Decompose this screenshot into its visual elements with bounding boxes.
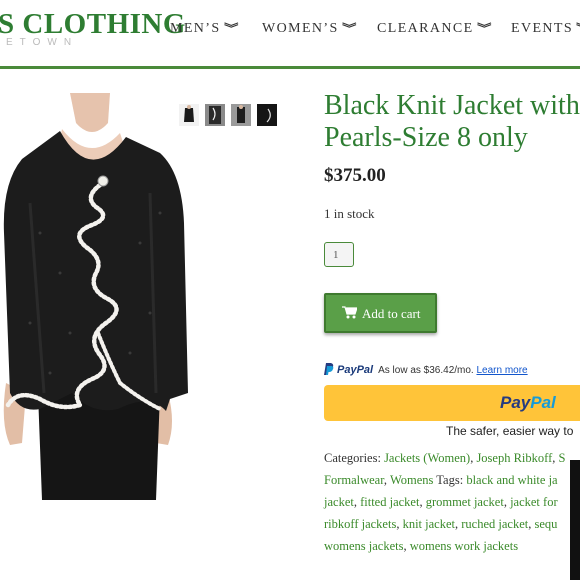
category-link-ribkoff[interactable]: Joseph Ribkoff — [476, 451, 552, 465]
stock-status: 1 in stock — [324, 206, 375, 221]
chevron-down-double-icon: ︾ — [476, 23, 493, 35]
tag-link-knit[interactable]: knit jacket — [403, 517, 455, 531]
paypal-button-pal: Pal — [530, 393, 556, 412]
tag-link-ruched[interactable]: ruched jacket — [461, 517, 528, 531]
category-link-formalwear[interactable]: Formalwear — [324, 473, 384, 487]
product-title-line1: Black Knit Jacket with I — [324, 90, 580, 121]
add-to-cart-button[interactable]: Add to cart — [324, 293, 437, 333]
paypal-logo-icon — [324, 363, 334, 375]
thumbnail-back[interactable] — [257, 104, 277, 126]
nav-item-womens[interactable]: WOMEN’S ︾ — [262, 20, 356, 37]
site-header: S CLOTHING ETOWN MEN’S ︾ WOMEN’S ︾ CLEARAN… — [0, 0, 580, 69]
tag-link-ribkoff-jackets[interactable]: ribkoff jackets — [324, 517, 396, 531]
tag-link-black-white[interactable]: black and white ja — [466, 473, 557, 487]
tag-link-womens-work[interactable]: womens work jackets — [410, 539, 518, 553]
nav-item-label: MEN’S — [170, 21, 221, 36]
nav-item-label: CLEARANCE — [377, 21, 474, 36]
tags-label: Tags: — [436, 473, 464, 487]
site-logo-subtitle: ETOWN — [6, 37, 79, 48]
thumbnail-side[interactable] — [231, 104, 251, 126]
product-price: $375.00 — [324, 165, 386, 186]
categories-label: Categories: — [324, 451, 381, 465]
paypal-brand: PayPal — [337, 364, 374, 376]
quantity-input[interactable]: 1 — [324, 242, 354, 267]
thumbnail-front[interactable] — [179, 104, 199, 126]
overlay-edge — [570, 460, 580, 580]
tag-link-jacket[interactable]: jacket — [324, 495, 354, 509]
cart-icon — [342, 306, 357, 319]
chevron-down-double-icon: ︾ — [223, 23, 240, 35]
tag-link-womens-jackets[interactable]: womens jackets — [324, 539, 404, 553]
add-to-cart-label: Add to cart — [362, 306, 421, 321]
paypal-learn-more-link[interactable]: Learn more — [476, 365, 527, 376]
category-link-truncated[interactable]: S — [559, 451, 566, 465]
thumbnail-detail[interactable] — [205, 104, 225, 126]
category-link-womens[interactable]: Womens — [390, 473, 433, 487]
tag-link-fitted[interactable]: fitted jacket — [360, 495, 419, 509]
paypal-tagline: The safer, easier way to — [446, 424, 574, 438]
paypal-credit-message: PayPal As low as $36.42/mo. Learn more — [324, 363, 528, 376]
paypal-button-pay: Pay — [500, 393, 531, 412]
nav-item-clearance[interactable]: CLEARANCE ︾ — [377, 20, 491, 37]
paypal-offer-text: As low as $36.42/mo. — [378, 365, 474, 376]
product-main-image[interactable] — [0, 93, 190, 500]
tag-link-jacket-for[interactable]: jacket for — [510, 495, 558, 509]
category-link-jackets[interactable]: Jackets (Women) — [384, 451, 470, 465]
product-title: Black Knit Jacket with I Pearls-Size 8 o… — [324, 90, 580, 154]
chevron-down-double-icon: ︾ — [576, 20, 580, 36]
chevron-down-double-icon: ︾ — [341, 23, 358, 35]
paypal-checkout-button[interactable]: PayPal — [324, 385, 580, 421]
product-title-line2: Pearls-Size 8 only — [324, 122, 528, 153]
tag-link-grommet[interactable]: grommet jacket — [426, 495, 504, 509]
nav-item-label: EVENTS — [511, 21, 574, 36]
nav-item-mens[interactable]: MEN’S ︾ — [170, 20, 238, 37]
nav-item-label: WOMEN’S — [262, 21, 339, 36]
tag-link-sequ[interactable]: sequ — [534, 517, 557, 531]
nav-item-events[interactable]: EVENTS︾ — [511, 20, 580, 37]
paypal-button-logo: PayPal — [500, 393, 556, 413]
